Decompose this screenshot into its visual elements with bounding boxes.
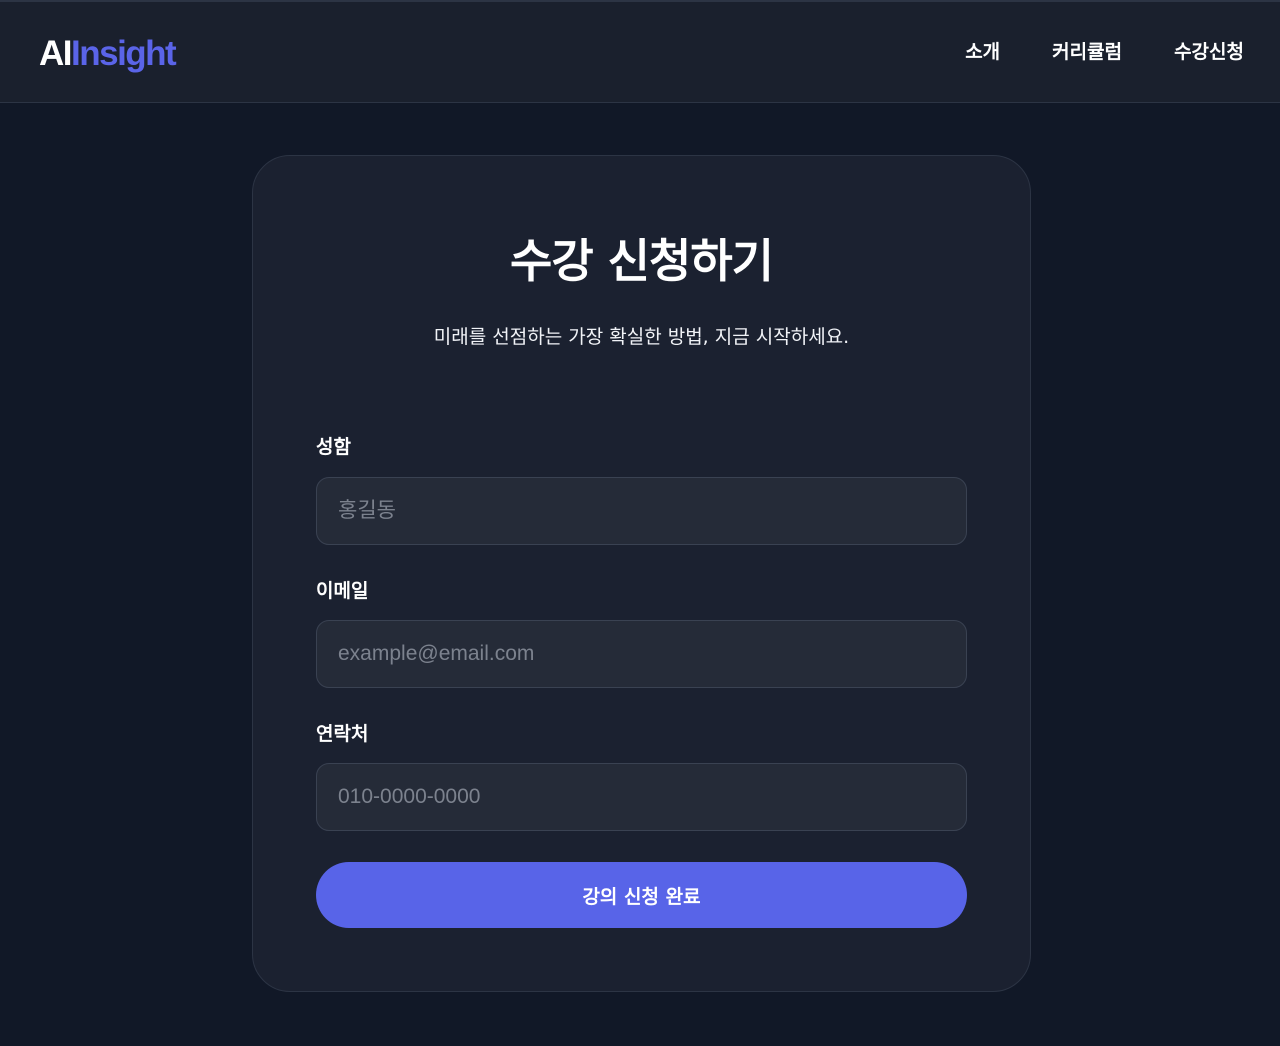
phone-input[interactable] xyxy=(316,763,967,831)
nav-link-curriculum[interactable]: 커리큘럼 xyxy=(1052,38,1122,66)
page-subtitle: 미래를 선점하는 가장 확실한 방법, 지금 시작하세요. xyxy=(433,326,850,348)
email-input[interactable] xyxy=(316,620,967,688)
email-label: 이메일 xyxy=(316,580,369,602)
phone-label: 연락처 xyxy=(316,723,369,745)
name-label: 성함 xyxy=(316,436,351,458)
main-nav: 소개 커리큘럼 수강신청 xyxy=(965,38,1244,66)
page-title: 수강 신청하기 xyxy=(510,234,774,288)
name-input[interactable] xyxy=(316,477,967,545)
enrollment-card: 수강 신청하기 미래를 선점하는 가장 확실한 방법, 지금 시작하세요. 성함… xyxy=(252,155,1031,992)
submit-button[interactable]: 강의 신청 완료 xyxy=(316,862,967,928)
logo[interactable]: AIInsight xyxy=(39,32,177,76)
site-header: AIInsight 소개 커리큘럼 수강신청 xyxy=(0,0,1280,103)
nav-link-intro[interactable]: 소개 xyxy=(965,38,1000,66)
logo-insight-text: Insight xyxy=(71,34,177,73)
nav-link-enroll[interactable]: 수강신청 xyxy=(1174,38,1244,66)
logo-ai-text: AI xyxy=(39,34,73,73)
